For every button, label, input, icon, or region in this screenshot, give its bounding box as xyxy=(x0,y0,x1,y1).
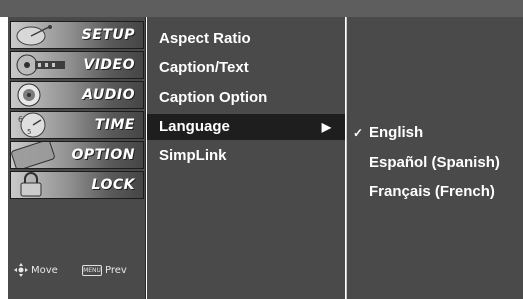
menu-item-label: Language xyxy=(159,118,230,135)
language-option-label: English xyxy=(369,124,424,141)
language-option-spanish[interactable]: Español (Spanish) xyxy=(347,150,523,176)
menu-key-icon: MENU xyxy=(82,264,102,276)
category-sidebar: SETUP VIDEO AUDIO 6 5 TIME OPTION LOCK M… xyxy=(8,17,146,299)
category-label: SETUP xyxy=(81,27,135,43)
category-label: OPTION xyxy=(71,147,135,163)
category-video[interactable]: VIDEO xyxy=(10,51,144,79)
top-bar xyxy=(0,0,523,17)
prev-hint: MENU Prev xyxy=(82,262,127,278)
category-label: TIME xyxy=(94,117,135,133)
checkmark-icon: ✓ xyxy=(353,126,364,140)
category-label: VIDEO xyxy=(83,57,135,73)
category-option[interactable]: OPTION xyxy=(10,141,144,169)
padlock-icon xyxy=(20,172,42,197)
prev-hint-label: Prev xyxy=(105,264,127,276)
move-hint-label: Move xyxy=(31,264,58,276)
category-time[interactable]: 6 5 TIME xyxy=(10,111,144,139)
menu-item-label: SimpLink xyxy=(159,147,227,164)
menu-item-caption-text[interactable]: Caption/Text xyxy=(147,55,345,81)
language-option-english[interactable]: ✓ English xyxy=(347,120,523,146)
menu-item-label: Aspect Ratio xyxy=(159,30,251,47)
move-hint: Move xyxy=(14,262,58,278)
category-label: AUDIO xyxy=(82,87,135,103)
option-menu: Aspect Ratio Caption/Text Caption Option… xyxy=(147,17,345,299)
language-option-label: Français (French) xyxy=(369,183,495,200)
menu-item-label: Caption/Text xyxy=(159,59,249,76)
film-reel-icon xyxy=(16,54,65,76)
submenu-arrow-icon: ▶ xyxy=(321,120,331,134)
language-option-label: Español (Spanish) xyxy=(369,154,500,171)
category-audio[interactable]: AUDIO xyxy=(10,81,144,109)
option-sticker-icon xyxy=(11,142,55,168)
speaker-icon xyxy=(17,83,41,107)
svg-text:5: 5 xyxy=(27,128,31,136)
dpad-icon xyxy=(14,263,28,277)
language-option-french[interactable]: Français (French) xyxy=(347,179,523,205)
tv-osd-menu: SETUP VIDEO AUDIO 6 5 TIME OPTION LOCK M… xyxy=(0,0,523,299)
menu-item-language[interactable]: Language ▶ xyxy=(147,114,345,140)
menu-item-aspect-ratio[interactable]: Aspect Ratio xyxy=(147,26,345,52)
category-label: LOCK xyxy=(91,177,135,193)
menu-item-simplink[interactable]: SimpLink xyxy=(147,143,345,169)
clock-icon: 6 5 xyxy=(18,112,46,138)
svg-text:6: 6 xyxy=(18,115,23,124)
language-submenu: ✓ English Español (Spanish) Français (Fr… xyxy=(347,17,523,299)
category-lock[interactable]: LOCK xyxy=(10,171,144,199)
category-setup[interactable]: SETUP xyxy=(10,21,144,49)
menu-item-label: Caption Option xyxy=(159,89,268,106)
satellite-dish-icon xyxy=(16,25,52,46)
menu-item-caption-option[interactable]: Caption Option xyxy=(147,85,345,111)
